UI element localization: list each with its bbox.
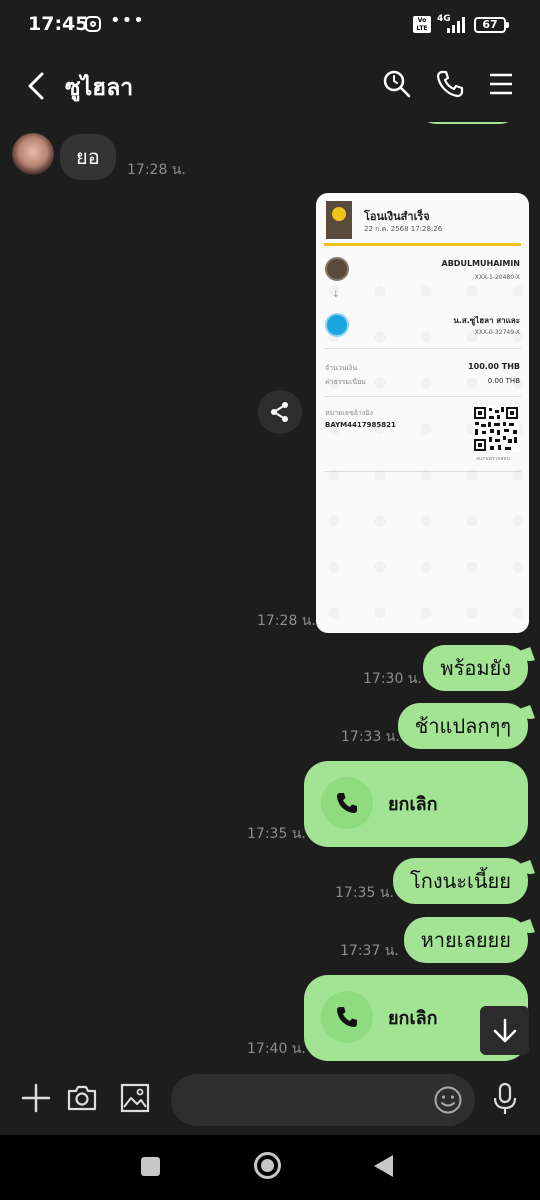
- message-input[interactable]: [171, 1074, 475, 1126]
- call-icon-circle: [321, 991, 373, 1043]
- share-button[interactable]: [258, 390, 302, 434]
- message-time: 17:30 น.: [363, 671, 422, 687]
- message-time: 17:35 น.: [335, 885, 394, 901]
- outgoing-message[interactable]: โกงนะเนี้ยย: [393, 858, 528, 904]
- down-arrow-icon: ↓: [332, 290, 340, 300]
- system-nav-bar: [0, 1135, 540, 1200]
- ref-number: BAYM4417985821: [325, 421, 396, 429]
- receiver-name: น.ส.ซูไฮลา สาและ: [453, 316, 520, 325]
- fee-value: 0.00 THB: [487, 377, 520, 385]
- menu-icon[interactable]: [486, 68, 518, 100]
- emoji-icon[interactable]: [433, 1085, 463, 1115]
- sender-account: XXX-1-20480-X: [474, 274, 520, 281]
- slip-date: 22 ก.ค. 2568 17:28:26: [364, 225, 443, 233]
- outgoing-message[interactable]: ช้าแปลกๆๆ: [397, 703, 528, 749]
- qr-code-icon: [473, 406, 519, 452]
- phone-icon: [337, 1007, 357, 1027]
- outgoing-message[interactable]: หายเลยยย: [403, 917, 528, 963]
- call-status-label: ยกเลิก: [388, 1008, 438, 1029]
- phone-call-icon[interactable]: [434, 68, 466, 100]
- slip-title: โอนเงินสำเร็จ: [364, 210, 430, 223]
- recent-apps-button[interactable]: [141, 1157, 160, 1176]
- krungsri-logo: [326, 201, 352, 239]
- receiver-account: XXX-0-32749-X: [474, 329, 520, 336]
- signal-icon: [447, 17, 465, 33]
- amount-label: จำนวนเงิน: [325, 364, 358, 372]
- message-time: 17:40 น.: [247, 1041, 306, 1057]
- amount-value: 100.00 THB: [468, 362, 520, 371]
- back-arrow-icon[interactable]: [24, 68, 50, 104]
- message-time: 17:28 น.: [127, 162, 186, 178]
- sender-name: ABDULMUHAIMIN: [441, 259, 520, 268]
- more-notifications-icon: •••: [110, 10, 145, 31]
- slip-separator: [324, 348, 521, 349]
- transfer-slip-image[interactable]: โอนเงินสำเร็จ 22 ก.ค. 2568 17:28:26 ABDU…: [316, 193, 529, 633]
- back-button[interactable]: [374, 1155, 393, 1177]
- call-status-label: ยกเลิก: [388, 794, 438, 815]
- share-icon: [271, 402, 288, 422]
- ktb-bank-icon: [325, 313, 349, 337]
- status-time: 17:45: [28, 13, 89, 35]
- microphone-icon[interactable]: [492, 1082, 518, 1116]
- qr-caption: สแกนตรวจสอบ: [476, 456, 510, 462]
- message-time: 17:33 น.: [341, 729, 400, 745]
- chat-messages[interactable]: ยอ 17:28 น. 17:28 น. โอนเงินสำเร็จ 22 ก.…: [0, 122, 540, 1064]
- previous-message-bubble[interactable]: [418, 122, 518, 124]
- volte-icon: Vo LTE: [413, 16, 431, 33]
- fee-label: ค่าธรรมเนียม: [325, 378, 366, 386]
- gallery-icon[interactable]: [119, 1082, 151, 1114]
- message-time: 17:35 น.: [247, 826, 306, 842]
- krungsri-bank-icon: [325, 257, 349, 281]
- call-message[interactable]: ยกเลิก: [304, 761, 528, 847]
- incoming-message[interactable]: ยอ: [60, 134, 116, 180]
- slip-separator: [324, 471, 521, 472]
- message-time: 17:28 น.: [257, 613, 316, 629]
- chat-header: ซูไฮลา: [0, 50, 540, 122]
- home-button[interactable]: [254, 1152, 281, 1179]
- plus-icon[interactable]: [20, 1082, 52, 1114]
- slip-separator: [324, 396, 521, 397]
- message-input-bar: [0, 1064, 540, 1135]
- search-icon[interactable]: [381, 68, 413, 100]
- phone-icon: [337, 793, 357, 813]
- status-bar: 17:45 ••• Vo LTE 4G 67: [0, 0, 540, 50]
- call-icon-circle: [321, 777, 373, 829]
- slip-divider: [324, 243, 521, 246]
- arrow-down-icon: [493, 1018, 517, 1043]
- camera-icon[interactable]: [66, 1082, 98, 1114]
- ref-label: หมายเลขอ้างอิง: [325, 409, 373, 417]
- outgoing-message[interactable]: พร้อมยัง: [423, 645, 528, 691]
- instagram-notification-icon: [85, 16, 101, 32]
- message-time: 17:37 น.: [340, 943, 399, 959]
- scroll-to-bottom-button[interactable]: [480, 1006, 529, 1055]
- contact-avatar[interactable]: [12, 133, 54, 175]
- contact-name[interactable]: ซูไฮลา: [65, 70, 133, 106]
- battery-icon: 67: [474, 17, 509, 33]
